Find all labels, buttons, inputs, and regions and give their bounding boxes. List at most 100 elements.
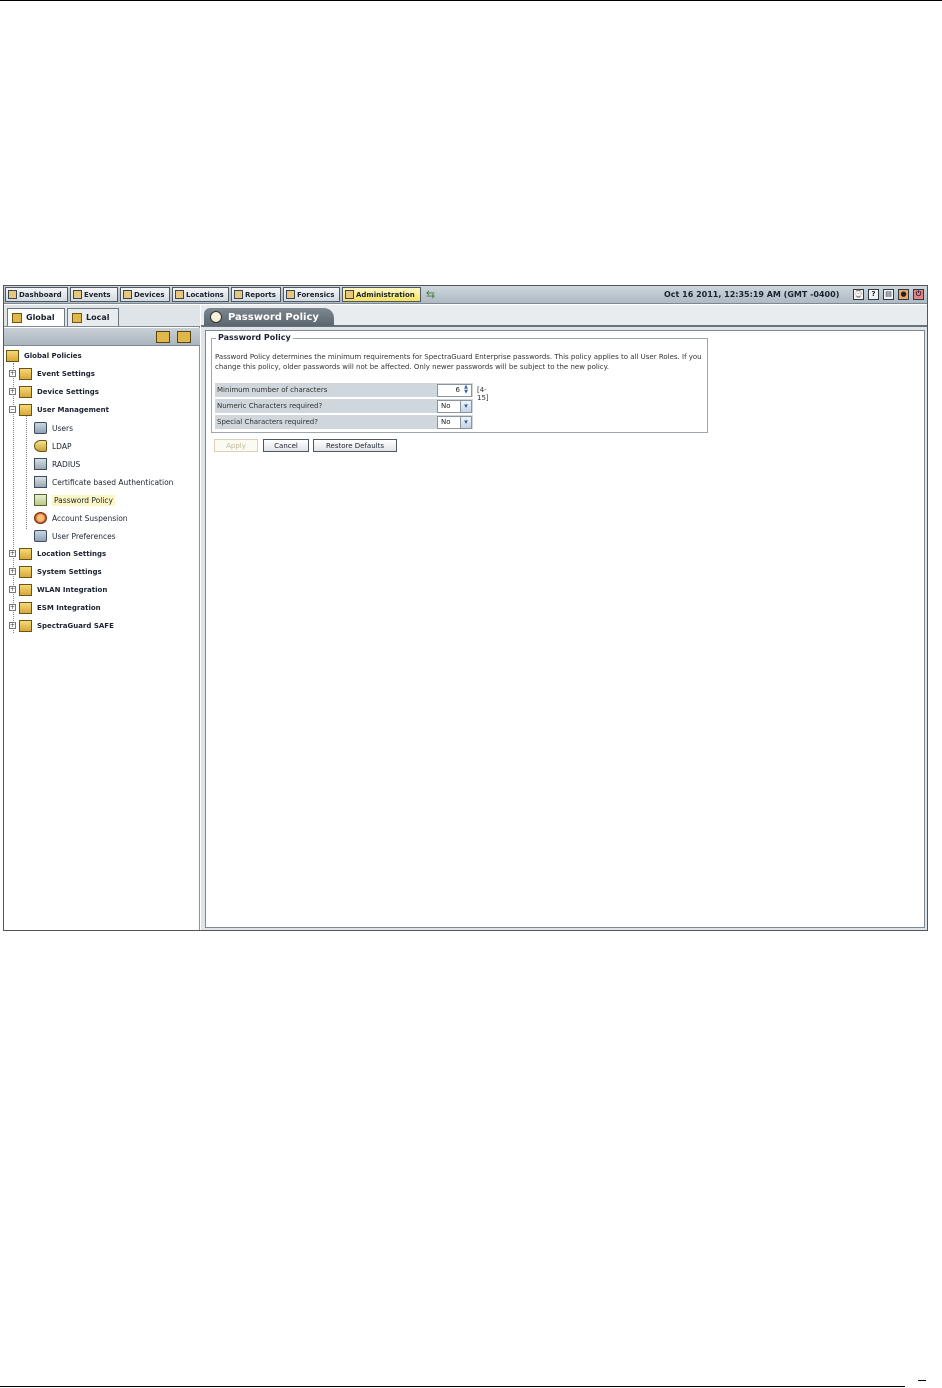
document-page-mark bbox=[918, 1380, 926, 1381]
globe-folder-icon bbox=[12, 312, 22, 323]
nav-administration-button[interactable]: Administration bbox=[342, 287, 421, 302]
datetime-display: Oct 16 2011, 12:35:19 AM (GMT -0400) bbox=[664, 290, 840, 299]
folder-icon bbox=[19, 368, 32, 380]
numeric-required-select[interactable]: No ▾ bbox=[437, 400, 472, 413]
folder-icon bbox=[19, 386, 32, 398]
policy-description: Password Policy determines the minimum r… bbox=[215, 353, 702, 371]
help-icon[interactable]: ? bbox=[868, 289, 879, 300]
collapse-icon[interactable]: − bbox=[9, 406, 16, 413]
nav-locations-button[interactable]: Locations bbox=[172, 287, 229, 302]
tree-node-certificate-auth[interactable]: Certificate based Authentication bbox=[34, 475, 173, 489]
settings-icon[interactable]: ● bbox=[898, 289, 909, 300]
cancel-button[interactable]: Cancel bbox=[263, 439, 309, 452]
tab-password-policy[interactable]: Password Policy bbox=[204, 308, 334, 326]
forensics-icon bbox=[286, 290, 295, 299]
min-characters-range: [4-15] bbox=[477, 386, 489, 402]
numeric-required-value: No bbox=[441, 402, 451, 410]
tree-node-esm-integration[interactable]: ESM Integration bbox=[19, 601, 101, 615]
expand-icon[interactable]: + bbox=[9, 370, 16, 377]
expand-icon[interactable]: + bbox=[9, 622, 16, 629]
restore-defaults-button[interactable]: Restore Defaults bbox=[313, 439, 397, 452]
password-policy-icon bbox=[210, 311, 222, 323]
nav-reports-button[interactable]: Reports bbox=[231, 287, 281, 302]
reports-icon bbox=[234, 290, 243, 299]
folder-icon bbox=[19, 566, 32, 578]
expand-icon[interactable]: + bbox=[9, 568, 16, 575]
tree-node-password-policy[interactable]: Password Policy bbox=[34, 493, 115, 507]
tree-node-user-management[interactable]: User Management bbox=[19, 403, 109, 417]
folder-icon bbox=[19, 584, 32, 596]
spinner-arrows-icon[interactable]: ▲ ▼ bbox=[462, 385, 470, 396]
administration-icon bbox=[345, 290, 354, 299]
page-title: Password Policy bbox=[228, 311, 319, 323]
min-characters-label: Minimum number of characters bbox=[217, 386, 328, 394]
tree-node-global-policies[interactable]: Global Policies bbox=[6, 349, 82, 363]
logout-icon[interactable]: ⏻ bbox=[913, 289, 924, 300]
numeric-required-row: Numeric Characters required? No ▾ bbox=[215, 399, 473, 414]
tree-node-spectraguard-safe[interactable]: SpectraGuard SAFE bbox=[19, 619, 114, 633]
apply-button[interactable]: Apply bbox=[214, 439, 258, 452]
expand-icon[interactable]: + bbox=[9, 550, 16, 557]
folder-icon bbox=[19, 404, 32, 416]
tree-node-users[interactable]: Users bbox=[34, 421, 73, 435]
tree-node-account-suspension[interactable]: Account Suspension bbox=[34, 511, 128, 525]
tree-node-ldap[interactable]: LDAP bbox=[34, 439, 71, 453]
left-navigation-pane: Global Local Global Policies + Event Set… bbox=[4, 305, 200, 930]
locations-icon bbox=[175, 290, 184, 299]
tree-node-event-settings[interactable]: Event Settings bbox=[19, 367, 95, 381]
min-characters-stepper[interactable]: 6 ▲ ▼ bbox=[437, 384, 472, 397]
chevron-down-icon[interactable]: ▾ bbox=[460, 401, 471, 412]
clock-icon[interactable]: ⌚ bbox=[853, 289, 864, 300]
folder-icon bbox=[19, 548, 32, 560]
expand-icon[interactable]: + bbox=[9, 388, 16, 395]
special-required-row: Special Characters required? No ▾ bbox=[215, 415, 473, 430]
chevron-down-icon[interactable]: ▾ bbox=[460, 417, 471, 428]
tree-guide-line bbox=[26, 409, 27, 529]
nav-dashboard-button[interactable]: Dashboard bbox=[5, 287, 68, 302]
expand-icon[interactable]: + bbox=[9, 586, 16, 593]
content-pane: Password Policy Password Policy Password… bbox=[201, 305, 927, 930]
tree-node-radius[interactable]: RADIUS bbox=[34, 457, 80, 471]
application-window: Dashboard Events Devices Locations Repor… bbox=[3, 285, 928, 931]
tree-node-location-settings[interactable]: Location Settings bbox=[19, 547, 106, 561]
collapse-all-icon[interactable] bbox=[177, 331, 191, 343]
nav-devices-button[interactable]: Devices bbox=[120, 287, 170, 302]
suspension-icon bbox=[34, 512, 47, 524]
tab-local[interactable]: Local bbox=[67, 308, 119, 326]
folder-icon bbox=[19, 602, 32, 614]
min-characters-row: Minimum number of characters 6 ▲ ▼ [4-15] bbox=[215, 383, 489, 402]
devices-icon bbox=[123, 290, 132, 299]
dashboard-icon bbox=[8, 290, 17, 299]
expand-all-icon[interactable] bbox=[156, 331, 170, 343]
min-characters-value: 6 bbox=[455, 386, 460, 394]
special-required-label: Special Characters required? bbox=[217, 418, 318, 426]
tree-node-user-preferences[interactable]: User Preferences bbox=[34, 529, 116, 543]
document-bottom-rule bbox=[0, 1386, 905, 1387]
tab-global[interactable]: Global bbox=[7, 308, 65, 326]
main-toolbar: Dashboard Events Devices Locations Repor… bbox=[4, 286, 927, 304]
tree-node-device-settings[interactable]: Device Settings bbox=[19, 385, 99, 399]
certificate-icon bbox=[34, 476, 47, 488]
numeric-required-label: Numeric Characters required? bbox=[217, 402, 323, 410]
password-policy-group: Password Policy Password Policy determin… bbox=[211, 333, 708, 433]
expand-icon[interactable]: + bbox=[9, 604, 16, 611]
folder-icon bbox=[6, 350, 19, 362]
events-icon bbox=[73, 290, 82, 299]
nav-events-button[interactable]: Events bbox=[70, 287, 118, 302]
user-preferences-icon bbox=[34, 530, 47, 542]
local-folder-icon bbox=[72, 312, 82, 323]
document-top-rule bbox=[0, 0, 942, 1]
password-policy-icon bbox=[34, 494, 47, 506]
key-icon bbox=[34, 440, 47, 452]
content-header: Password Policy bbox=[201, 305, 927, 327]
tree-node-wlan-integration[interactable]: WLAN Integration bbox=[19, 583, 107, 597]
window-icon[interactable]: ▤ bbox=[883, 289, 894, 300]
users-icon bbox=[34, 422, 47, 434]
refresh-icon[interactable]: ⇆ bbox=[424, 288, 437, 301]
nav-forensics-button[interactable]: Forensics bbox=[283, 287, 340, 302]
radius-server-icon bbox=[34, 458, 47, 470]
policy-content: Password Policy Password Policy determin… bbox=[205, 330, 925, 928]
tree-node-system-settings[interactable]: System Settings bbox=[19, 565, 102, 579]
folder-icon bbox=[19, 620, 32, 632]
special-required-select[interactable]: No ▾ bbox=[437, 416, 472, 429]
